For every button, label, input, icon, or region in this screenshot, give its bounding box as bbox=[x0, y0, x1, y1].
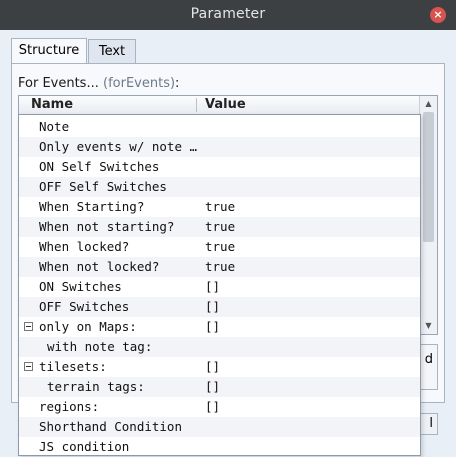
parameter-dropdown-list[interactable]: Note Only events w/ note … ON Self Switc… bbox=[18, 114, 421, 456]
item-name: terrain tags: bbox=[47, 379, 145, 394]
tab-text[interactable]: Text bbox=[88, 39, 136, 63]
list-item[interactable]: Only events w/ note … bbox=[19, 137, 420, 157]
item-name: tilesets: bbox=[39, 359, 107, 374]
item-value: true bbox=[205, 219, 236, 234]
item-value: [] bbox=[205, 319, 221, 334]
list-item[interactable]: When Starting? true bbox=[19, 197, 420, 217]
list-item[interactable]: regions: [] bbox=[19, 397, 420, 417]
item-name: When locked? bbox=[39, 239, 130, 254]
list-item[interactable]: When not starting? true bbox=[19, 217, 420, 237]
group-label: For Events... (forEvents): bbox=[18, 76, 179, 91]
list-item[interactable]: terrain tags: [] bbox=[19, 377, 420, 397]
list-item[interactable]: When locked? true bbox=[19, 237, 420, 257]
group-label-hint: (forEvents) bbox=[103, 76, 176, 91]
close-icon[interactable]: × bbox=[430, 7, 446, 23]
scrollbar-thumb[interactable] bbox=[423, 112, 434, 242]
item-name: ON Switches bbox=[39, 279, 122, 294]
item-name: with note tag: bbox=[47, 339, 153, 354]
list-item[interactable]: ON Self Switches bbox=[19, 157, 420, 177]
item-name: only on Maps: bbox=[39, 319, 137, 334]
column-name-header[interactable]: Name bbox=[31, 97, 73, 112]
list-item[interactable]: only on Maps: [] bbox=[19, 317, 420, 337]
scroll-down-icon[interactable]: ▼ bbox=[422, 320, 435, 332]
list-item[interactable]: JS condition bbox=[19, 437, 420, 457]
column-separator[interactable] bbox=[196, 98, 197, 112]
item-value: [] bbox=[205, 359, 221, 374]
list-item[interactable]: OFF Self Switches bbox=[19, 177, 420, 197]
item-name: OFF Switches bbox=[39, 299, 130, 314]
item-name: Shorthand Condition bbox=[39, 419, 182, 434]
item-value: true bbox=[205, 239, 236, 254]
table-header: Name Value bbox=[19, 96, 421, 115]
item-name: When not locked? bbox=[39, 259, 160, 274]
item-value: [] bbox=[205, 399, 221, 414]
item-name: Note bbox=[39, 119, 70, 134]
collapse-icon[interactable] bbox=[24, 322, 33, 331]
collapse-icon[interactable] bbox=[24, 362, 33, 371]
item-value: [] bbox=[205, 299, 221, 314]
group-label-suffix: : bbox=[175, 76, 180, 91]
item-value: true bbox=[205, 259, 236, 274]
item-value: true bbox=[205, 199, 236, 214]
scroll-up-icon[interactable]: ▲ bbox=[422, 98, 435, 110]
window-title: Parameter bbox=[190, 6, 266, 22]
list-item[interactable]: Shorthand Condition bbox=[19, 417, 420, 437]
group-label-text: For Events... bbox=[18, 76, 99, 91]
vertical-scrollbar[interactable]: ▲ ▼ bbox=[419, 96, 437, 334]
column-value-header[interactable]: Value bbox=[205, 97, 246, 112]
list-item[interactable]: When not locked? true bbox=[19, 257, 420, 277]
item-name: ON Self Switches bbox=[39, 159, 160, 174]
list-item[interactable]: tilesets: [] bbox=[19, 357, 420, 377]
item-name: JS condition bbox=[39, 439, 130, 454]
item-name: OFF Self Switches bbox=[39, 179, 167, 194]
list-item[interactable]: with note tag: bbox=[19, 337, 420, 357]
item-name: When not starting? bbox=[39, 219, 175, 234]
title-bar: Parameter × bbox=[0, 0, 456, 30]
list-item[interactable]: Note bbox=[19, 117, 420, 137]
list-item[interactable]: ON Switches [] bbox=[19, 277, 420, 297]
item-name: When Starting? bbox=[39, 199, 145, 214]
item-name: Only events w/ note … bbox=[39, 139, 198, 154]
item-name: regions: bbox=[39, 399, 100, 414]
side-button[interactable]: d bbox=[418, 344, 438, 390]
list-item[interactable]: OFF Switches [] bbox=[19, 297, 420, 317]
tab-structure[interactable]: Structure bbox=[11, 38, 87, 64]
item-value: [] bbox=[205, 279, 221, 294]
bottom-button[interactable]: l bbox=[418, 413, 438, 435]
item-value: [] bbox=[205, 379, 221, 394]
